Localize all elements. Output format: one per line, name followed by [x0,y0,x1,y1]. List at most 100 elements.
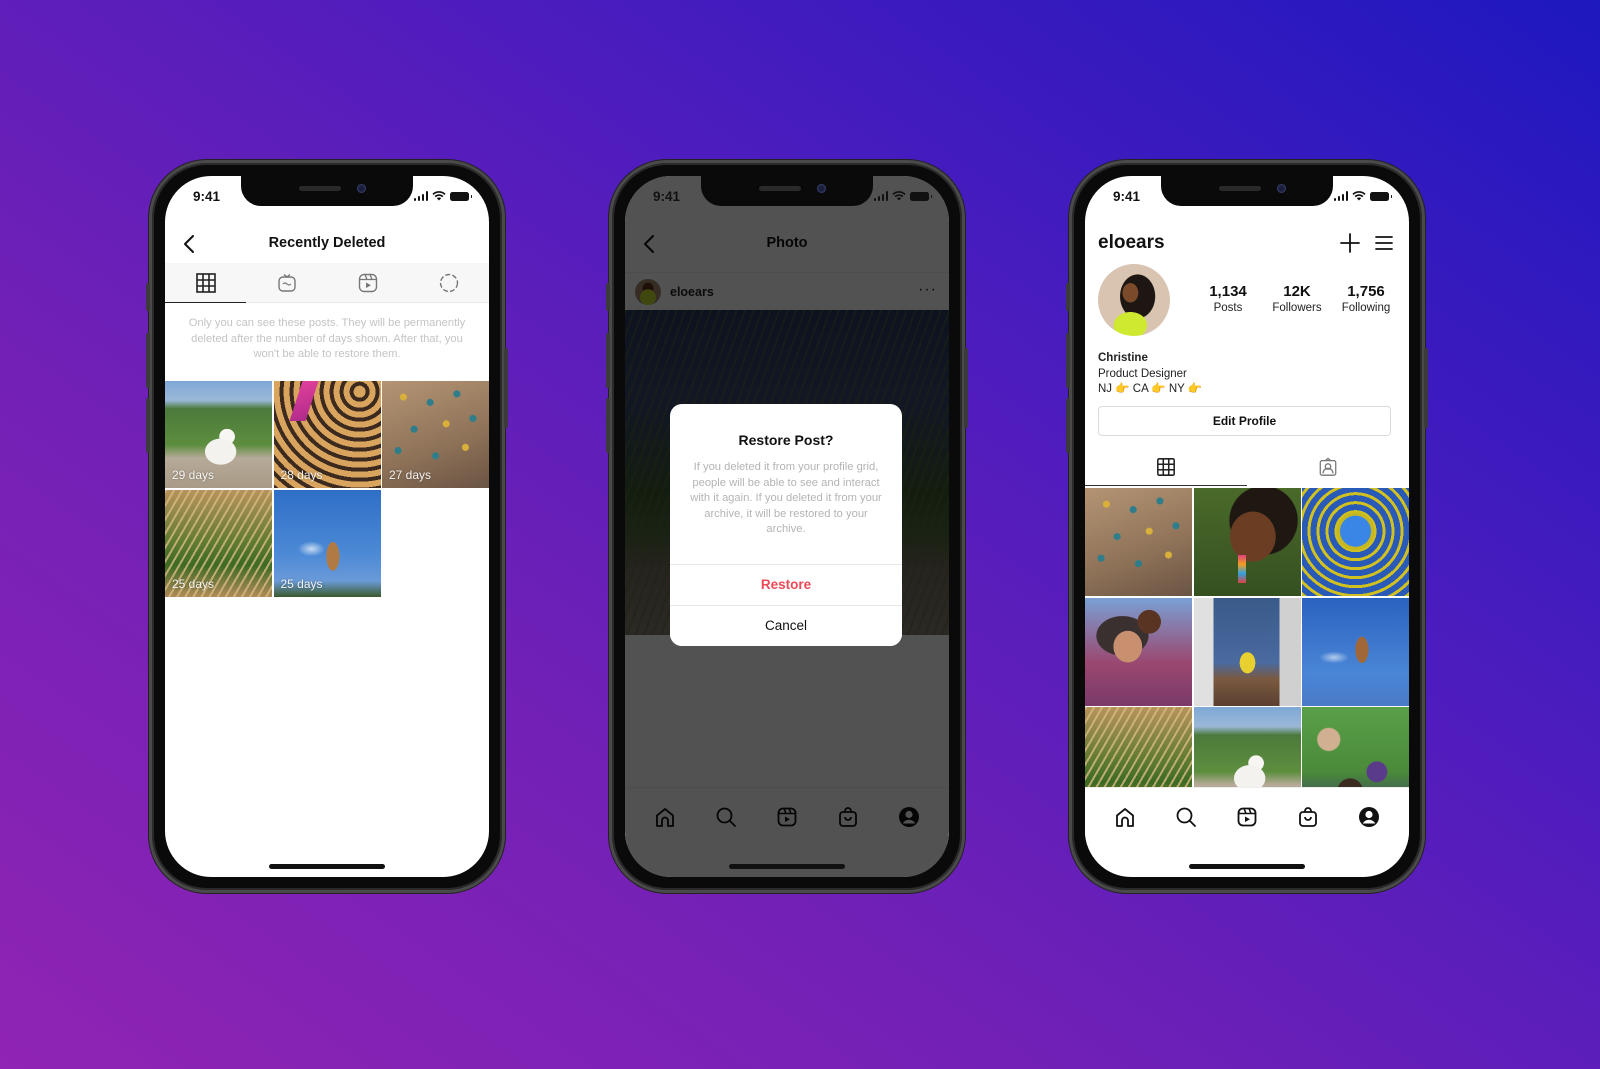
post-tile[interactable] [1193,597,1301,706]
menu-icon[interactable] [1373,232,1395,254]
stat-label: Followers [1272,302,1322,314]
status-time: 9:41 [1113,189,1141,204]
home-icon [1116,807,1135,827]
profile-posts-grid [1085,488,1409,815]
phone-recently-deleted: 9:41 Recently Deleted Only you can see t… [146,160,508,893]
stat-label: Posts [1213,302,1243,314]
post-tile[interactable] [1302,597,1409,706]
page-title: Recently Deleted [268,235,386,251]
power-button [504,348,508,428]
stat-value: 1,756 [1347,283,1385,300]
days-remaining-label: 25 days [172,576,215,591]
igtv-icon [277,273,296,292]
grid-icon [195,272,216,293]
profile-tabs [1085,448,1409,486]
wifi-icon [1352,191,1366,201]
days-remaining-label: 29 days [172,468,215,482]
dialog-title: Restore Post? [738,432,834,448]
wifi-icon [432,191,446,201]
nav-header: Recently Deleted [165,228,489,260]
wifi-icon [892,191,906,201]
stat-value: 1,134 [1209,283,1247,300]
battery-icon [1370,191,1392,201]
post-tile[interactable] [1085,488,1192,596]
bottom-nav [1085,787,1409,845]
home-indicator[interactable] [1189,864,1305,869]
post-tile[interactable] [1193,488,1301,596]
bio-title: Product Designer [1098,367,1187,380]
plus-icon[interactable] [1339,232,1361,254]
nav-profile[interactable] [1354,802,1384,832]
battery-icon [910,191,932,201]
nav-reels[interactable] [1232,802,1262,832]
deleted-post-tile[interactable]: 29 days [165,381,272,488]
profile-icon [1358,806,1379,827]
deletion-notice: Only you can see these posts. They will … [188,317,466,360]
volume-up-button [606,333,610,388]
screen: 9:41 Photo eloears ··· R [625,176,949,877]
signal-icon [873,191,888,201]
deleted-posts-grid: 29 days 28 days 27 days 25 days 25 days [165,381,489,597]
tab-grid[interactable] [1085,448,1247,486]
power-button [1424,348,1428,428]
shop-bag-icon [1298,806,1317,827]
phone-restore-dialog: 9:41 Photo eloears ··· R [606,160,968,893]
reels-icon [1237,807,1257,826]
silent-switch [1066,283,1070,311]
cancel-button[interactable]: Cancel [670,604,902,646]
stat-followers[interactable]: 12K Followers [1264,283,1330,314]
deleted-post-tile[interactable]: 25 days [165,489,272,597]
stat-label: Following [1341,302,1391,314]
screen: 9:41 eloears 1,134 Posts 12K Followers 1… [1085,176,1409,877]
tab-stories[interactable] [408,263,489,302]
phone-profile: 9:41 eloears 1,134 Posts 12K Followers 1… [1066,160,1428,893]
volume-up-button [146,333,150,388]
profile-avatar[interactable] [1098,264,1170,336]
deleted-post-tile[interactable]: 25 days [273,489,381,597]
dialog-message: If you deleted it from your profile grid… [690,461,882,536]
profile-stats: 1,134 Posts 12K Followers 1,756 Followin… [1195,283,1399,314]
bio-locations: NJ 👉 CA 👉 NY 👉 [1098,383,1203,395]
notch [1161,176,1333,206]
silent-switch [146,283,150,311]
stat-posts[interactable]: 1,134 Posts [1195,283,1261,314]
tab-igtv[interactable] [246,263,327,302]
notch [241,176,413,206]
home-indicator[interactable] [729,864,845,869]
edit-profile-button[interactable]: Edit Profile [1098,406,1391,436]
profile-username: eloears [1098,232,1165,253]
stat-following[interactable]: 1,756 Following [1333,283,1399,314]
volume-down-button [606,398,610,453]
power-button [964,348,968,428]
volume-down-button [1066,398,1070,453]
notch [701,176,873,206]
deleted-post-tile[interactable]: 28 days [273,381,381,488]
nav-search[interactable] [1171,802,1201,832]
tab-reels[interactable] [327,263,408,302]
search-icon [1176,807,1197,827]
signal-icon [1333,191,1348,201]
signal-icon [413,191,428,201]
post-tile[interactable] [1302,488,1409,596]
restore-button[interactable]: Restore [670,563,902,605]
stories-icon [439,273,458,292]
restore-post-dialog: Restore Post? If you deleted it from you… [670,404,902,646]
post-tile[interactable] [1085,597,1192,706]
tab-tagged[interactable] [1247,448,1409,486]
volume-up-button [1066,333,1070,388]
days-remaining-label: 25 days [280,576,323,591]
silent-switch [606,283,610,311]
home-indicator[interactable] [269,864,385,869]
grid-icon [1157,458,1175,476]
nav-shop[interactable] [1293,802,1323,832]
tagged-icon [1319,457,1337,476]
battery-icon [450,191,472,201]
status-time: 9:41 [193,189,221,204]
profile-bio: Christine Product Designer NJ 👉 CA 👉 NY … [1098,351,1202,398]
stat-value: 12K [1283,283,1311,300]
deleted-post-tile[interactable]: 27 days [382,381,489,488]
tab-posts[interactable] [165,263,246,303]
days-remaining-label: 28 days [280,468,323,482]
screen: 9:41 Recently Deleted Only you can see t… [165,176,489,877]
nav-home[interactable] [1110,802,1140,832]
